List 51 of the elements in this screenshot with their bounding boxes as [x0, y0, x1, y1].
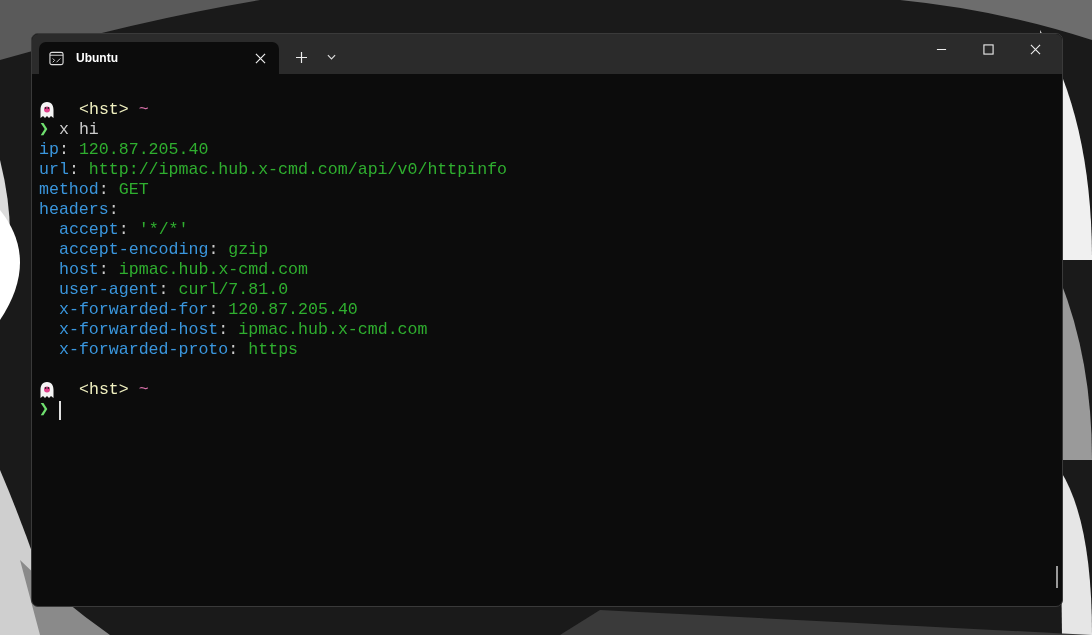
- field-key: ip: [39, 140, 59, 160]
- separator: :: [208, 240, 219, 260]
- separator: :: [118, 220, 129, 240]
- field-value: '*/*': [138, 220, 189, 240]
- separator: :: [208, 300, 219, 320]
- field-key: url: [39, 160, 69, 180]
- separator: :: [68, 160, 79, 180]
- separator: :: [98, 180, 109, 200]
- field-key: method: [39, 180, 99, 200]
- separator: :: [98, 260, 109, 280]
- field-value: https: [248, 340, 299, 360]
- terminal-icon: [49, 50, 64, 66]
- ghost-icon: [39, 101, 55, 119]
- separator: :: [218, 320, 229, 340]
- directory-label: ~: [138, 380, 149, 400]
- field-value: ipmac.hub.x-cmd.com: [238, 320, 428, 340]
- directory-label: ~: [138, 100, 149, 120]
- field-key: accept-encoding: [59, 240, 209, 260]
- separator: :: [58, 140, 69, 160]
- host-label: <hst>: [79, 100, 129, 120]
- field-key: x-forwarded-proto: [59, 340, 229, 360]
- field-key: user-agent: [59, 280, 159, 300]
- tab-title: Ubuntu: [76, 51, 119, 65]
- separator: :: [108, 200, 119, 220]
- plus-icon[interactable]: [296, 52, 307, 63]
- separator: :: [158, 280, 169, 300]
- close-icon[interactable]: [1030, 44, 1041, 55]
- host-label: <hst>: [79, 380, 129, 400]
- field-value: http://ipmac.hub.x-cmd.com/api/v0/httpinfo: [88, 160, 508, 180]
- text-cursor: [59, 400, 61, 420]
- field-value: 120.87.205.40: [78, 140, 209, 160]
- field-key: host: [59, 260, 99, 280]
- field-value: gzip: [228, 240, 269, 260]
- ghost-icon: [39, 381, 55, 399]
- field-value: curl/7.81.0: [178, 280, 289, 300]
- field-key: x-forwarded-for: [59, 300, 209, 320]
- field-value: ipmac.hub.x-cmd.com: [118, 260, 308, 280]
- chevron-down-icon[interactable]: [327, 54, 336, 60]
- field-key: accept: [59, 220, 119, 240]
- tab[interactable]: Ubuntu: [39, 42, 279, 74]
- field-key: headers: [39, 200, 109, 220]
- separator: :: [228, 340, 239, 360]
- scrollbar[interactable]: [1056, 566, 1058, 588]
- field-value: GET: [118, 180, 149, 200]
- field-key: x-forwarded-host: [59, 320, 219, 340]
- prompt-symbol: ❯: [39, 120, 49, 140]
- command-text: x hi: [59, 120, 99, 140]
- prompt-symbol: ❯: [39, 400, 49, 420]
- field-value: 120.87.205.40: [228, 300, 358, 320]
- close-icon[interactable]: [255, 52, 266, 64]
- maximize-icon[interactable]: [983, 44, 994, 55]
